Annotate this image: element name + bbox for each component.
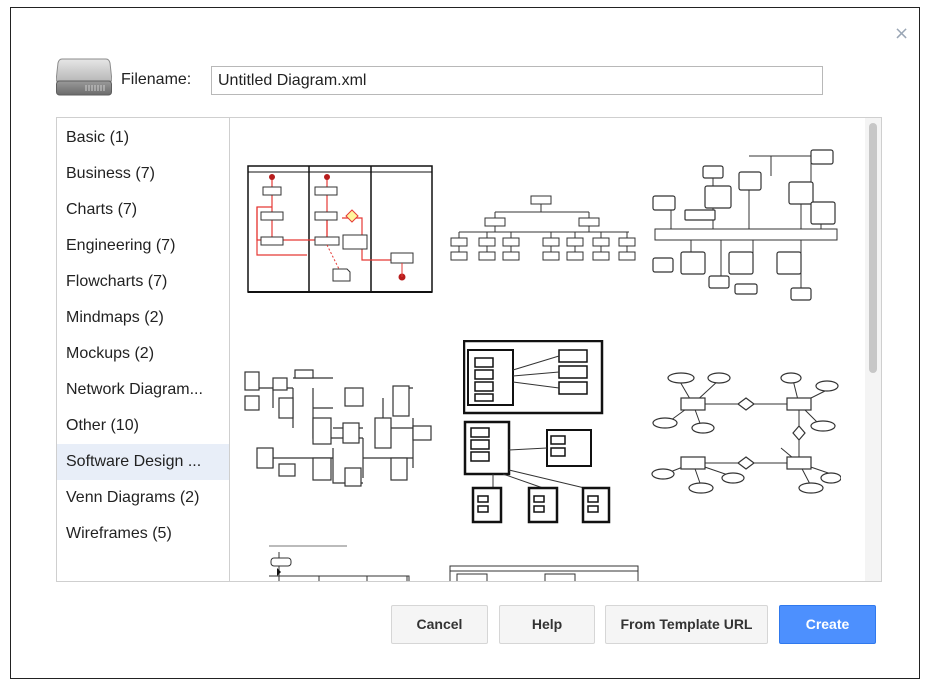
hard-drive-icon [56, 58, 112, 96]
category-network-diagrams[interactable]: Network Diagram... [57, 372, 229, 408]
template-panel: Basic (1) Business (7) Charts (7) Engine… [56, 117, 882, 582]
template-grid-scrollbar[interactable] [865, 118, 881, 581]
category-list: Basic (1) Business (7) Charts (7) Engine… [57, 118, 230, 581]
category-charts[interactable]: Charts (7) [57, 192, 229, 228]
create-button[interactable]: Create [779, 605, 876, 644]
scrollbar-thumb[interactable] [869, 123, 877, 373]
template-grid [231, 118, 881, 581]
from-template-url-button[interactable]: From Template URL [605, 605, 768, 644]
help-button[interactable]: Help [499, 605, 595, 644]
category-flowcharts[interactable]: Flowcharts (7) [57, 264, 229, 300]
cancel-button[interactable]: Cancel [391, 605, 488, 644]
template-thumbnail-tree[interactable] [449, 192, 639, 264]
template-thumbnail-uml-packages[interactable] [463, 340, 611, 526]
template-thumbnail-er-diagram[interactable] [651, 368, 841, 496]
close-icon[interactable]: × [894, 25, 909, 43]
category-other[interactable]: Other (10) [57, 408, 229, 444]
template-thumbnail-class[interactable] [449, 564, 639, 581]
category-business[interactable]: Business (7) [57, 156, 229, 192]
category-venn-diagrams[interactable]: Venn Diagrams (2) [57, 480, 229, 516]
category-wireframes[interactable]: Wireframes (5) [57, 516, 229, 552]
filename-label: Filename: [121, 71, 192, 88]
category-mockups[interactable]: Mockups (2) [57, 336, 229, 372]
category-software-design[interactable]: Software Design ... [57, 444, 229, 480]
template-thumbnail-block-flowchart[interactable] [243, 368, 443, 498]
template-thumbnail-activity-diagram[interactable] [247, 165, 433, 295]
template-thumbnail-sequence[interactable] [267, 542, 427, 581]
category-mindmaps[interactable]: Mindmaps (2) [57, 300, 229, 336]
filename-input[interactable] [211, 66, 823, 95]
category-engineering[interactable]: Engineering (7) [57, 228, 229, 264]
template-thumbnail-component-network[interactable] [651, 148, 841, 308]
category-basic[interactable]: Basic (1) [57, 120, 229, 156]
